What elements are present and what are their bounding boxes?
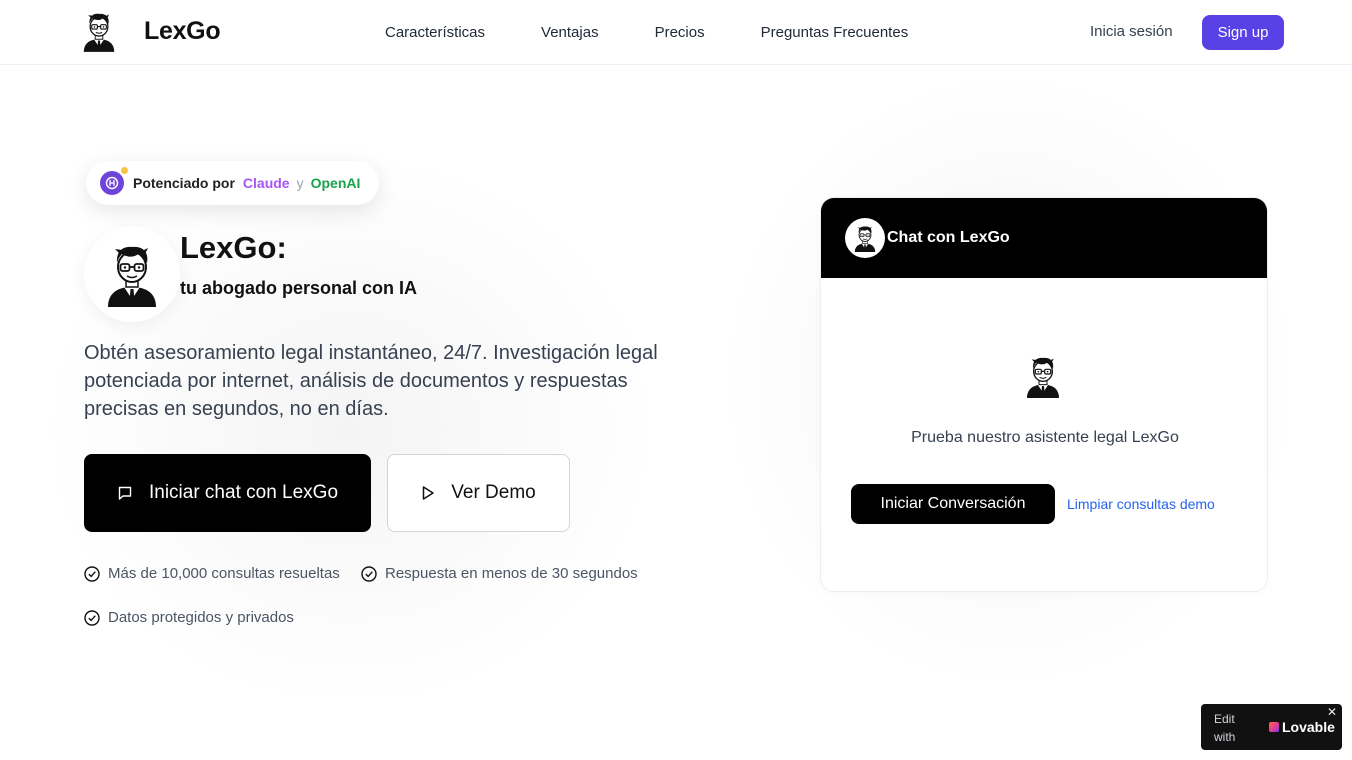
start-chat-label: Iniciar chat con LexGo — [148, 482, 339, 503]
clear-demo-link[interactable]: Limpiar consultas demo — [1067, 496, 1215, 512]
lawyer-avatar-icon — [1023, 354, 1063, 398]
lawyer-avatar-icon — [852, 224, 878, 252]
start-conversation-button[interactable]: Iniciar Conversación — [851, 484, 1055, 524]
hero-avatar — [84, 226, 180, 322]
claude-label: Claude — [242, 175, 290, 191]
check-circle-icon — [361, 565, 377, 582]
feature-check-item: Datos protegidos y privados — [84, 609, 294, 626]
chat-preview-card: Chat con LexGo Prueba nuestro asistente … — [820, 197, 1268, 592]
nav-link-ventajas[interactable]: Ventajas — [541, 24, 599, 41]
main-nav: Características Ventajas Precios Pregunt… — [385, 0, 908, 64]
hero-title: LexGo: — [180, 230, 287, 265]
view-demo-button[interactable]: Ver Demo — [387, 454, 570, 532]
lovable-heart-icon — [1269, 722, 1279, 732]
chat-bubble-icon — [118, 486, 132, 500]
edit-with-lovable-badge[interactable]: Edit with Lovable ✕ — [1201, 704, 1342, 750]
signup-button[interactable]: Sign up — [1202, 15, 1284, 50]
hero-subtitle: tu abogado personal con IA — [180, 278, 418, 298]
nav-link-faq[interactable]: Preguntas Frecuentes — [761, 24, 909, 41]
check-circle-icon — [84, 565, 100, 582]
edit-with-label: Edit with — [1214, 712, 1236, 744]
check-circle-icon — [84, 609, 100, 626]
nav-link-precios[interactable]: Precios — [655, 24, 705, 41]
hero-description: Obtén asesoramiento legal instantáneo, 2… — [84, 342, 658, 420]
chat-avatar — [845, 218, 885, 258]
lovable-brand: Lovable — [1282, 719, 1335, 735]
play-icon — [423, 486, 434, 500]
connector-label: y — [296, 175, 304, 191]
feature-check-item: Respuesta en menos de 30 segundos — [361, 565, 638, 582]
top-navbar: LexGo Características Ventajas Precios P… — [0, 0, 1352, 65]
lawyer-avatar-icon — [80, 10, 118, 52]
brand-name: LexGo — [144, 16, 221, 45]
feature-check-label: Más de 10,000 consultas resueltas — [108, 565, 340, 582]
ai-chip-icon — [100, 167, 128, 195]
lovable-logo: Lovable — [1269, 719, 1335, 735]
openai-label: OpenAI — [310, 175, 361, 191]
brand-logo[interactable]: LexGo — [80, 10, 221, 52]
view-demo-label: Ver Demo — [451, 482, 536, 503]
start-chat-button[interactable]: Iniciar chat con LexGo — [84, 454, 371, 532]
feature-check-label: Respuesta en menos de 30 segundos — [385, 565, 638, 582]
feature-check-label: Datos protegidos y privados — [108, 609, 294, 626]
powered-by-label: Potenciado por — [133, 175, 235, 191]
close-icon[interactable]: ✕ — [1327, 705, 1337, 719]
chat-card-prompt: Prueba nuestro asistente legal LexGo — [911, 429, 1179, 446]
feature-check-item: Más de 10,000 consultas resueltas — [84, 565, 340, 582]
chat-card-title: Chat con LexGo — [887, 229, 1010, 246]
login-link[interactable]: Inicia sesión — [1090, 23, 1173, 40]
nav-link-caracteristicas[interactable]: Características — [385, 24, 485, 41]
powered-by-badge: Potenciado por Claude y OpenAI — [86, 161, 379, 205]
lawyer-avatar-icon — [102, 241, 162, 307]
chat-card-header: Chat con LexGo — [821, 198, 1267, 278]
